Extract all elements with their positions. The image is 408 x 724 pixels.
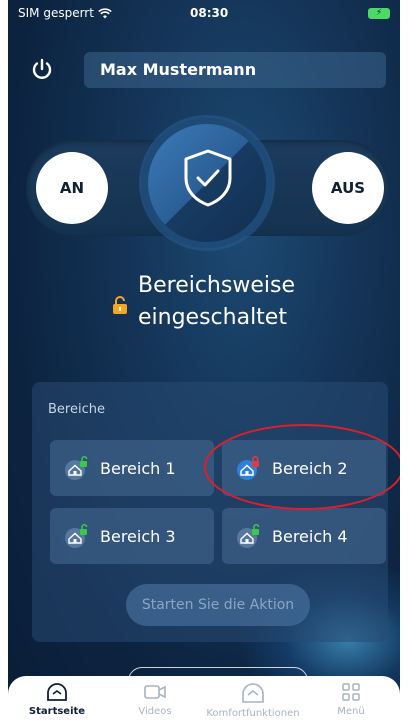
tab-videos[interactable]: Videos	[106, 676, 204, 724]
area-label: Bereich 1	[100, 458, 176, 478]
tab-startseite[interactable]: Startseite	[8, 676, 106, 724]
tab-label: Videos	[138, 706, 172, 717]
lock-open-icon	[113, 296, 127, 314]
grid-menu-icon	[342, 683, 360, 701]
comfort-home-icon	[242, 683, 264, 703]
annotation-highlight-circle	[204, 424, 400, 510]
status-line-2: eingeschaltet	[138, 305, 287, 330]
arm-off-button[interactable]: AUS	[312, 152, 384, 224]
area-label: Bereich 3	[100, 526, 176, 546]
clock: 08:30	[190, 6, 229, 20]
tab-label: Komfortfunktionen	[206, 708, 300, 719]
arm-on-button[interactable]: AN	[36, 152, 108, 224]
home-icon	[47, 683, 67, 701]
system-status-text: Bereichsweise eingeschaltet	[138, 270, 295, 334]
shield-check-icon	[184, 149, 232, 207]
area-3-button[interactable]: Bereich 3	[50, 508, 214, 564]
area-1-button[interactable]: Bereich 1	[50, 440, 214, 496]
start-action-button[interactable]: Starten Sie die Aktion	[126, 584, 310, 626]
tab-label: Menü	[337, 706, 365, 717]
tab-menu[interactable]: Menü	[302, 676, 400, 724]
app-screen: SIM gesperrt 08:30 ⚡ Max Mustermann AN A…	[8, 0, 400, 724]
tab-label: Startseite	[28, 706, 86, 717]
status-line-1: Bereichsweise	[138, 273, 295, 298]
carrier-label: SIM gesperrt	[18, 6, 94, 20]
area-label: Bereich 4	[272, 526, 348, 546]
video-camera-icon	[144, 685, 166, 699]
power-icon[interactable]	[30, 58, 54, 82]
bottom-tab-bar: Startseite Videos Komfortfunktionen Menü	[8, 676, 400, 724]
user-name-field[interactable]: Max Mustermann	[84, 52, 386, 88]
wifi-icon	[98, 7, 112, 18]
home-unlocked-icon	[65, 455, 88, 480]
status-bar: SIM gesperrt 08:30 ⚡	[18, 6, 390, 24]
tab-komfortfunktionen[interactable]: Komfortfunktionen	[204, 676, 302, 724]
battery-charging-icon: ⚡	[368, 8, 390, 19]
home-unlocked-icon	[237, 523, 260, 548]
carrier-info: SIM gesperrt	[18, 6, 112, 20]
area-4-button[interactable]: Bereich 4	[222, 508, 386, 564]
areas-title: Bereiche	[48, 402, 105, 417]
home-unlocked-icon	[65, 523, 88, 548]
